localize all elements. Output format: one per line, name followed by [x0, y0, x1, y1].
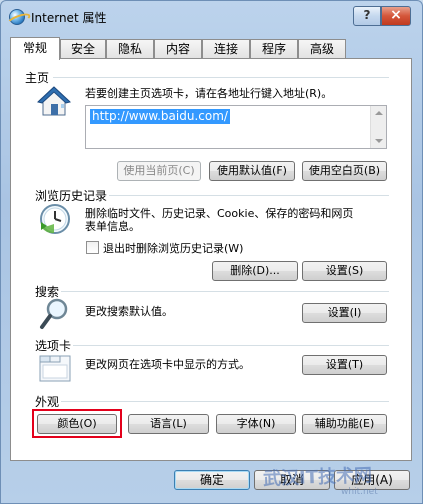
tabs-divider: [73, 345, 389, 346]
tab-advanced[interactable]: 高级: [298, 39, 346, 59]
url-scrollbar[interactable]: [370, 106, 386, 148]
history-description-line2: 表单信息。: [85, 220, 140, 233]
search-divider: [61, 291, 389, 292]
magnifier-icon: [40, 298, 68, 329]
tab-general[interactable]: 常规: [10, 37, 60, 60]
close-button[interactable]: ×: [381, 6, 411, 26]
watermark-url: whit.net: [341, 487, 378, 497]
home-section-title: 主页: [25, 71, 50, 85]
tab-privacy[interactable]: 隐私: [106, 39, 154, 59]
colors-button[interactable]: 颜色(O): [37, 414, 117, 434]
house-icon: [37, 86, 71, 116]
home-description: 若要创建主页选项卡，请在各地址行键入地址(R)。: [85, 87, 333, 100]
scroll-down-arrow-icon[interactable]: [375, 139, 383, 143]
tab-security[interactable]: 安全: [60, 39, 106, 59]
search-description: 更改搜索默认值。: [85, 305, 173, 318]
delete-on-exit-label[interactable]: 退出时删除浏览历史记录(W): [103, 240, 243, 256]
tabs-window-icon: [39, 355, 71, 382]
internet-explorer-icon: [9, 9, 25, 25]
tab-connections[interactable]: 连接: [202, 39, 250, 59]
languages-button[interactable]: 语言(L): [128, 414, 209, 434]
help-button[interactable]: ?: [353, 6, 381, 26]
use-default-button[interactable]: 使用默认值(F): [209, 161, 295, 181]
scroll-up-arrow-icon[interactable]: [375, 111, 383, 115]
tabs-description: 更改网页在选项卡中显示的方式。: [85, 358, 250, 371]
appearance-section-title: 外观: [35, 395, 60, 409]
tab-programs[interactable]: 程序: [250, 39, 298, 59]
use-blank-button[interactable]: 使用空白页(B): [302, 161, 387, 181]
history-settings-button[interactable]: 设置(S): [302, 261, 387, 281]
history-description-line1: 删除临时文件、历史记录、Cookie、保存的密码和网页: [85, 207, 354, 220]
title-bar: Internet 属性 ? ×: [1, 1, 422, 31]
home-page-url-input[interactable]: http://www.baidu.com/: [85, 105, 387, 149]
internet-options-window: Internet 属性 ? × 常规 安全 隐私 内容 连接 程序 高级 主页 …: [0, 0, 423, 504]
appearance-divider: [61, 401, 389, 402]
use-current-button[interactable]: 使用当前页(C): [117, 161, 201, 181]
window-title: Internet 属性: [31, 11, 107, 25]
ok-button[interactable]: 确定: [174, 470, 250, 490]
delete-history-button[interactable]: 删除(D)...: [212, 261, 298, 281]
home-divider: [53, 77, 389, 78]
delete-on-exit-checkbox[interactable]: [86, 241, 99, 254]
accessibility-button[interactable]: 辅助功能(E): [302, 414, 387, 434]
tab-content[interactable]: 内容: [154, 39, 202, 59]
history-divider: [109, 195, 389, 196]
history-clock-icon: [40, 204, 70, 234]
home-page-url-text: http://www.baidu.com/: [90, 109, 230, 124]
search-settings-button[interactable]: 设置(I): [302, 303, 387, 323]
tabs-settings-button[interactable]: 设置(T): [302, 355, 387, 375]
fonts-button[interactable]: 字体(N): [216, 414, 296, 434]
